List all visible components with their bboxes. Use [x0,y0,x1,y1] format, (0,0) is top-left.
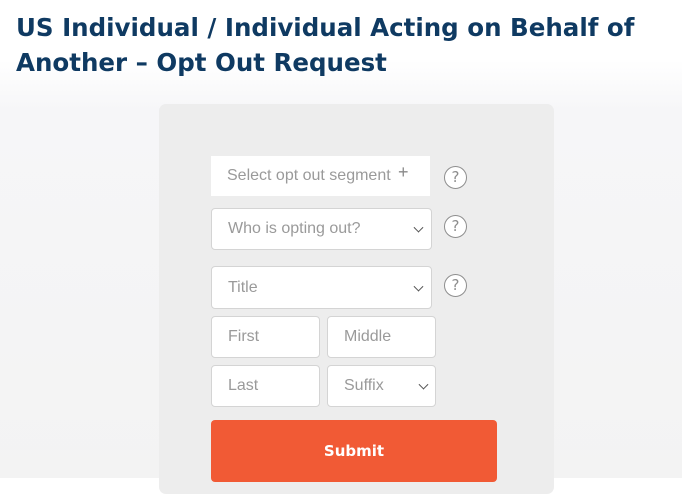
suffix-select[interactable]: Suffix [327,365,436,407]
title-select[interactable]: Title [211,266,432,309]
opt-out-segment-placeholder: Select opt out segment [227,167,391,184]
middle-name-placeholder: Middle [344,328,392,345]
first-name-field[interactable]: First [211,316,320,358]
last-name-field[interactable]: Last [211,365,320,407]
who-is-opting-out-select[interactable]: Who is opting out? [211,208,432,250]
plus-icon[interactable]: + [398,162,409,182]
last-name-placeholder: Last [228,377,259,394]
suffix-placeholder: Suffix [344,377,384,394]
page-title: US Individual / Individual Acting on Beh… [16,13,635,77]
help-icon[interactable]: ? [444,274,467,297]
chevron-down-icon [413,222,424,233]
first-name-placeholder: First [228,328,260,345]
opt-out-segment-picker[interactable]: Select opt out segment + [211,156,430,196]
middle-name-field[interactable]: Middle [327,316,436,358]
chevron-down-icon [418,379,429,390]
chevron-down-icon [413,281,424,292]
opt-out-form: Select opt out segment + ? Who is opting… [159,104,554,494]
help-icon[interactable]: ? [444,215,467,238]
title-placeholder: Title [228,278,258,296]
who-is-opting-out-placeholder: Who is opting out? [228,220,361,237]
submit-button[interactable]: Submit [211,420,497,482]
help-icon[interactable]: ? [444,166,467,189]
